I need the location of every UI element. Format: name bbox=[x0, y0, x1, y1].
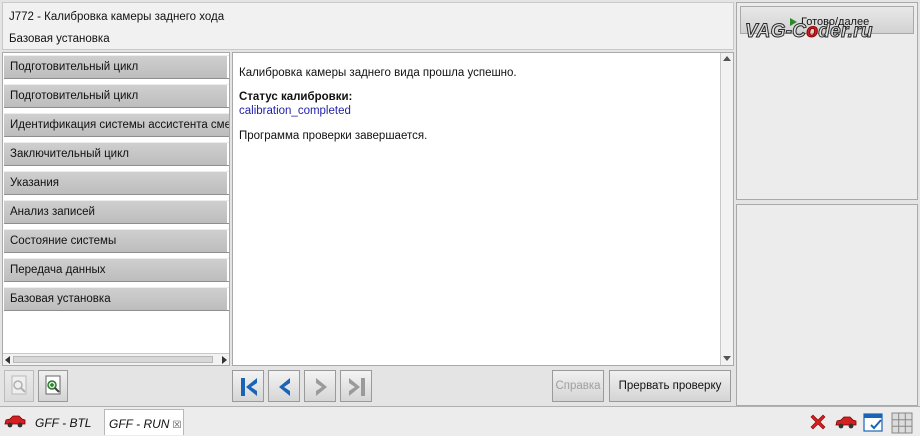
right-panel-bottom bbox=[736, 204, 918, 406]
tab-gff-btl[interactable]: GFF - BTL bbox=[32, 409, 102, 435]
window-subtitle: Базовая установка bbox=[9, 33, 110, 45]
sidebar-item-label: Базовая установка bbox=[10, 293, 111, 305]
abort-test-button[interactable]: Прервать проверку bbox=[609, 370, 731, 402]
tab-label: GFF - BTL bbox=[35, 416, 92, 430]
scroll-up-icon[interactable] bbox=[723, 56, 731, 61]
sidebar-item-preparatory-cycle-1[interactable]: Подготовительный цикл bbox=[4, 55, 229, 79]
sidebar-item-label: Анализ записей bbox=[10, 206, 95, 218]
watermark-part-1: VAG-C bbox=[744, 21, 807, 43]
sidebar-item-system-status[interactable]: Состояние системы bbox=[4, 229, 229, 253]
checked-window-icon[interactable] bbox=[863, 412, 885, 434]
sidebar-item-basic-setting[interactable]: Базовая установка bbox=[4, 287, 229, 311]
zoom-in-button[interactable] bbox=[38, 370, 68, 402]
grid-icon[interactable] bbox=[891, 412, 913, 434]
scroll-right-icon[interactable] bbox=[222, 356, 227, 364]
sidebar-item-final-cycle[interactable]: Заключительный цикл bbox=[4, 142, 229, 166]
scrollbar-thumb[interactable] bbox=[13, 356, 213, 363]
sidebar-item-label: Подготовительный цикл bbox=[10, 90, 139, 102]
sidebar-item-assistant-identification[interactable]: Идентификация системы ассистента смен bbox=[4, 113, 230, 137]
zoom-out-button[interactable] bbox=[4, 370, 34, 402]
skip-to-first-icon bbox=[241, 378, 257, 396]
tab-close-icon[interactable]: ☒ bbox=[172, 420, 181, 431]
sidebar-item-label: Состояние системы bbox=[10, 235, 117, 247]
taskbar: GFF - BTL GFF - RUN ☒ bbox=[0, 406, 920, 436]
result-message: Калибровка камеры заднего вида прошла ус… bbox=[239, 67, 517, 79]
chevron-left-icon bbox=[279, 378, 290, 396]
car-icon[interactable] bbox=[3, 413, 27, 429]
right-panel-top: Готово/далее VAG-Coder.ru bbox=[736, 2, 918, 200]
tab-gff-run[interactable]: GFF - RUN ☒ bbox=[104, 409, 184, 435]
document-zoom-in-icon bbox=[45, 375, 61, 395]
sidebar-horizontal-scrollbar[interactable] bbox=[3, 353, 229, 365]
previous-step-button[interactable] bbox=[268, 370, 300, 402]
car-icon[interactable] bbox=[834, 414, 858, 430]
sidebar-item-data-transfer[interactable]: Передача данных bbox=[4, 258, 229, 282]
first-step-button[interactable] bbox=[232, 370, 264, 402]
status-value: calibration_completed bbox=[239, 105, 351, 117]
scroll-left-icon[interactable] bbox=[5, 356, 10, 364]
sidebar-item-instructions[interactable]: Указания bbox=[4, 171, 229, 195]
header-panel: J772 - Калибровка камеры заднего хода Ба… bbox=[2, 2, 734, 50]
cancel-x-icon[interactable] bbox=[808, 412, 828, 432]
tab-label: GFF - RUN bbox=[109, 417, 170, 431]
next-step-button[interactable] bbox=[304, 370, 336, 402]
status-label: Статус калибровки: bbox=[239, 91, 353, 103]
sidebar-item-label: Указания bbox=[10, 177, 60, 189]
sidebar-item-preparatory-cycle-2[interactable]: Подготовительный цикл bbox=[4, 84, 229, 108]
chevron-right-icon bbox=[316, 378, 327, 396]
step-sidebar: Подготовительный цикл Подготовительный ц… bbox=[2, 52, 230, 366]
sidebar-item-label: Передача данных bbox=[10, 264, 106, 276]
document-zoom-out-icon bbox=[11, 375, 27, 395]
window-title: J772 - Калибровка камеры заднего хода bbox=[9, 11, 225, 23]
sidebar-item-label: Идентификация системы ассистента смен bbox=[10, 119, 230, 131]
last-step-button[interactable] bbox=[340, 370, 372, 402]
watermark-part-2: o bbox=[806, 21, 819, 43]
sidebar-item-label: Подготовительный цикл bbox=[10, 61, 139, 73]
help-button[interactable]: Справка bbox=[552, 370, 604, 402]
watermark-part-3: der.ru bbox=[818, 21, 873, 43]
watermark-logo: VAG-Coder.ru bbox=[744, 21, 873, 43]
content-vertical-scrollbar[interactable] bbox=[720, 53, 733, 365]
scroll-down-icon[interactable] bbox=[723, 356, 731, 361]
skip-to-last-icon bbox=[349, 378, 365, 396]
sidebar-item-record-analysis[interactable]: Анализ записей bbox=[4, 200, 229, 224]
content-panel: Калибровка камеры заднего вида прошла ус… bbox=[232, 52, 734, 366]
program-ending-message: Программа проверки завершается. bbox=[239, 130, 428, 142]
sidebar-item-label: Заключительный цикл bbox=[10, 148, 129, 160]
